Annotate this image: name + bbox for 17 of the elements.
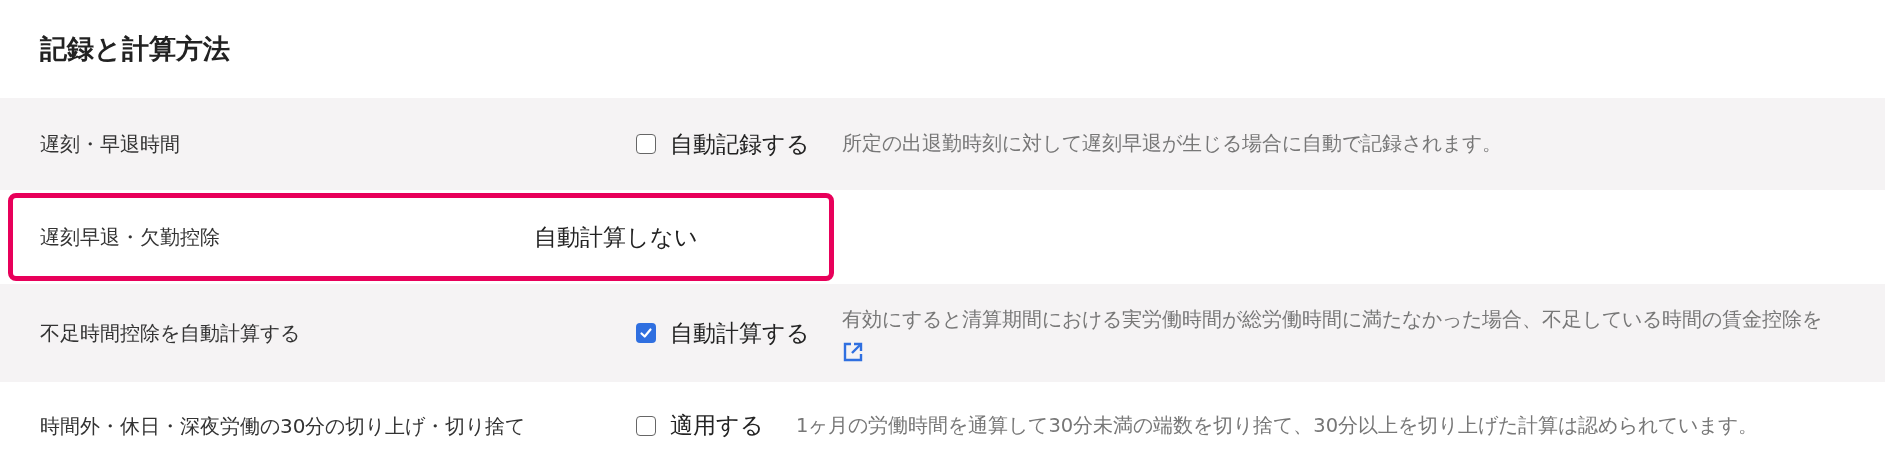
setting-label: 遅刻早退・欠勤控除 <box>40 224 221 251</box>
checkmark-icon <box>639 326 653 340</box>
checkbox-option[interactable]: 自動計算する <box>636 315 810 351</box>
setting-label: 時間外・休日・深夜労働の30分の切り上げ・切り捨て <box>40 412 527 440</box>
setting-value: 自動計算しない <box>534 222 698 252</box>
setting-label: 遅刻・早退時間 <box>40 131 181 158</box>
checkbox[interactable] <box>636 134 656 154</box>
checkbox[interactable] <box>636 323 656 343</box>
setting-label: 不足時間控除を自動計算する <box>40 320 301 347</box>
setting-description: 1ヶ月の労働時間を通算して30分未満の端数を切り捨て、30分以上を切り上げた計算は認められています。 <box>796 412 1759 439</box>
setting-description: 有効にすると清算期間における実労働時間が総労働時間に満たなかった場合、不足している時間の賃金控除を <box>842 307 1822 334</box>
checkbox-option[interactable]: 適用する <box>636 408 764 443</box>
external-link-icon[interactable] <box>842 340 864 363</box>
checkbox-option[interactable]: 自動記録する <box>636 126 810 162</box>
setting-description: 所定の出退勤時刻に対して遅刻早退が生じる場合に自動で記録されます。 <box>842 131 1502 158</box>
section-title: 記録と計算方法 <box>40 31 230 66</box>
checkbox[interactable] <box>636 415 656 436</box>
